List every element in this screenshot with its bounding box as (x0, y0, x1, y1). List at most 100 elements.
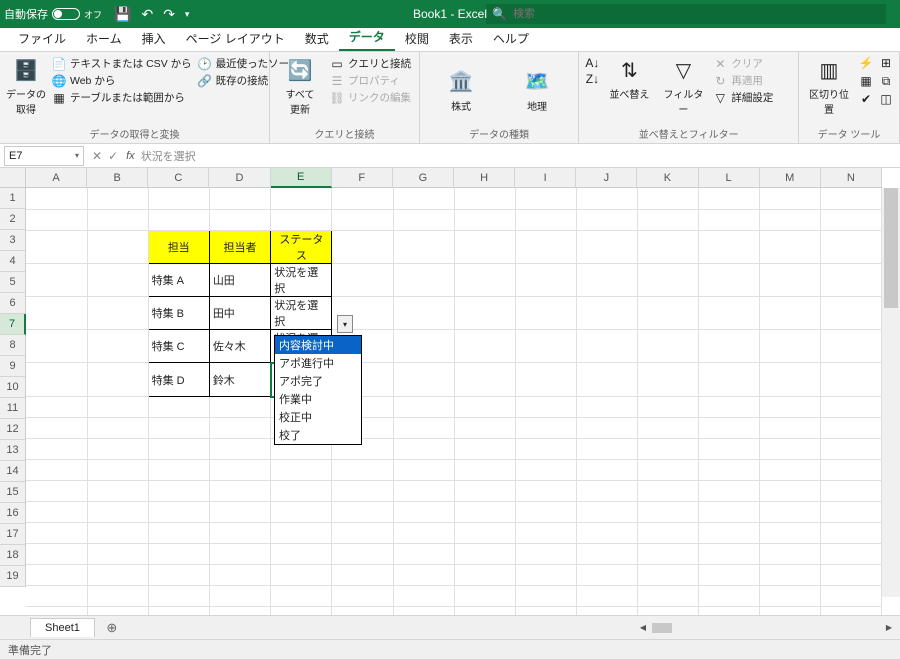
cell[interactable] (454, 586, 515, 607)
row-header[interactable]: 2 (0, 209, 26, 230)
cell[interactable] (515, 296, 576, 329)
cell[interactable] (393, 397, 454, 418)
cell[interactable] (87, 523, 148, 544)
cell[interactable] (332, 230, 393, 263)
cell[interactable] (209, 544, 270, 565)
cell[interactable] (759, 460, 820, 481)
vertical-scrollbar[interactable] (882, 188, 900, 597)
save-icon[interactable]: 💾 (114, 6, 131, 23)
cell[interactable] (393, 329, 454, 363)
redo-icon[interactable]: ↷ (163, 6, 175, 23)
name-box-dropdown-icon[interactable]: ▾ (75, 151, 79, 160)
cell[interactable] (393, 607, 454, 616)
cell[interactable] (209, 418, 270, 439)
cell[interactable] (759, 188, 820, 209)
cell[interactable] (271, 481, 332, 502)
ribbon-tab-データ[interactable]: データ (339, 24, 395, 51)
consolidate-button[interactable]: ⊞ (879, 56, 893, 70)
cell[interactable] (454, 296, 515, 329)
cell[interactable] (454, 188, 515, 209)
cell[interactable] (820, 296, 881, 329)
cell[interactable] (637, 209, 698, 230)
cell[interactable] (271, 565, 332, 586)
ribbon-tab-数式[interactable]: 数式 (295, 26, 339, 51)
cell[interactable] (87, 607, 148, 616)
cell[interactable] (454, 329, 515, 363)
cell[interactable] (515, 397, 576, 418)
cell[interactable] (454, 363, 515, 397)
cell[interactable]: ステータス (271, 230, 332, 263)
cell[interactable] (26, 586, 87, 607)
cell[interactable] (759, 439, 820, 460)
cell[interactable] (637, 397, 698, 418)
cell[interactable] (515, 565, 576, 586)
cell[interactable] (698, 439, 759, 460)
cell[interactable] (87, 363, 148, 397)
cell[interactable] (26, 460, 87, 481)
row-header[interactable]: 12 (0, 419, 26, 440)
row-header[interactable]: 3 (0, 230, 26, 251)
cell[interactable] (454, 439, 515, 460)
filter-button[interactable]: ▽ フィルター (659, 56, 707, 116)
cell[interactable] (393, 230, 454, 263)
column-header[interactable]: H (454, 168, 515, 188)
cell[interactable] (759, 209, 820, 230)
cell[interactable] (393, 523, 454, 544)
cell[interactable] (87, 565, 148, 586)
cell[interactable] (148, 460, 209, 481)
cell[interactable] (820, 607, 881, 616)
cell[interactable] (332, 523, 393, 544)
data-model-button[interactable]: ◫ (879, 92, 893, 106)
cell[interactable] (332, 502, 393, 523)
cell[interactable] (209, 460, 270, 481)
search-input[interactable] (513, 8, 880, 20)
cell[interactable] (454, 263, 515, 296)
cell[interactable] (698, 209, 759, 230)
cell[interactable] (515, 230, 576, 263)
cell[interactable] (637, 523, 698, 544)
cell[interactable] (209, 439, 270, 460)
cell[interactable] (393, 502, 454, 523)
cell[interactable] (576, 502, 637, 523)
cell[interactable] (698, 296, 759, 329)
row-header[interactable]: 11 (0, 398, 26, 419)
cell[interactable] (820, 481, 881, 502)
cell[interactable] (759, 586, 820, 607)
cell[interactable] (698, 263, 759, 296)
cell[interactable] (332, 607, 393, 616)
cell[interactable]: 山田 (209, 263, 270, 296)
cell[interactable]: 田中 (209, 296, 270, 329)
cell[interactable] (393, 544, 454, 565)
column-header[interactable]: D (209, 168, 270, 188)
from-table-button[interactable]: ▦テーブルまたは範囲から (52, 90, 192, 105)
cell[interactable] (637, 565, 698, 586)
enter-formula-icon[interactable]: ✓ (108, 149, 118, 163)
text-to-columns-button[interactable]: ▥ 区切り位置 (805, 56, 853, 116)
cell[interactable] (332, 188, 393, 209)
cell[interactable] (26, 363, 87, 397)
cell[interactable] (454, 418, 515, 439)
cell[interactable] (26, 329, 87, 363)
cell[interactable] (759, 329, 820, 363)
cell[interactable] (209, 481, 270, 502)
sort-button[interactable]: ⇅ 並べ替え (605, 56, 653, 101)
cell[interactable] (820, 230, 881, 263)
cell[interactable] (515, 263, 576, 296)
column-header[interactable]: A (26, 168, 87, 188)
cell[interactable] (698, 363, 759, 397)
cell[interactable] (637, 607, 698, 616)
undo-icon[interactable]: ↶ (141, 6, 153, 23)
column-header[interactable]: N (821, 168, 882, 188)
remove-duplicates-button[interactable]: ▦ (859, 74, 873, 88)
cell[interactable] (87, 296, 148, 329)
row-header[interactable]: 19 (0, 566, 26, 587)
cell[interactable] (209, 607, 270, 616)
cell[interactable] (759, 418, 820, 439)
autosave-toggle[interactable]: 自動保存 オフ (4, 6, 102, 22)
cell[interactable]: 担当者 (209, 230, 270, 263)
cell[interactable]: 特集 C (148, 329, 209, 363)
cell[interactable] (454, 607, 515, 616)
cell[interactable] (393, 418, 454, 439)
cell[interactable] (148, 523, 209, 544)
cell[interactable] (26, 544, 87, 565)
